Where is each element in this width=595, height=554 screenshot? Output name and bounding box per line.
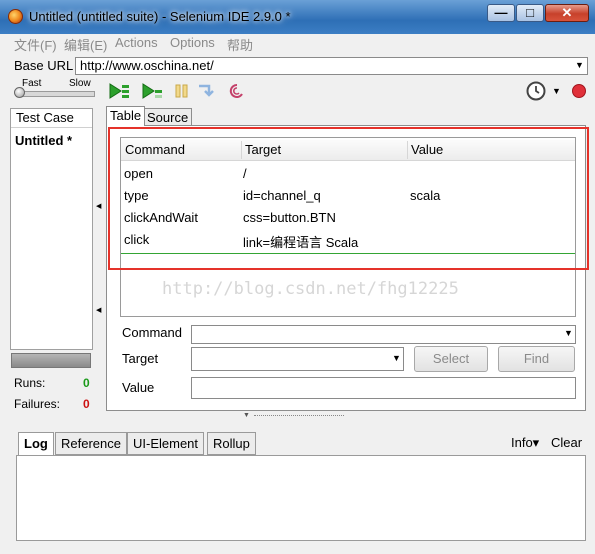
- firefox-icon: [8, 9, 23, 24]
- tab-table[interactable]: Table: [106, 106, 146, 126]
- runs-label: Runs:: [14, 376, 46, 390]
- info-menu[interactable]: Info▾: [511, 435, 539, 451]
- play-current-icon[interactable]: [141, 82, 163, 100]
- close-button[interactable]: ✕: [545, 4, 589, 22]
- progress-bar: [11, 353, 91, 368]
- highlight-box: [108, 127, 589, 270]
- menu-help[interactable]: 帮助: [227, 35, 253, 54]
- value-input[interactable]: [191, 377, 576, 399]
- tab-reference[interactable]: Reference: [55, 432, 127, 455]
- speed-slow-label: Slow: [69, 78, 91, 89]
- chevron-left-icon[interactable]: ◀: [96, 306, 101, 314]
- target-input[interactable]: [191, 347, 404, 371]
- tab-log[interactable]: Log: [18, 432, 54, 456]
- status-bar: [0, 546, 595, 554]
- failures-count: 0: [83, 397, 90, 411]
- chevron-left-icon[interactable]: ◀: [96, 202, 101, 210]
- minimize-button[interactable]: —: [487, 4, 515, 22]
- close-icon: ✕: [561, 5, 573, 20]
- target-label: Target: [122, 351, 159, 366]
- menu-actions[interactable]: Actions: [115, 35, 158, 50]
- failures-label: Failures:: [14, 397, 61, 411]
- test-case-item[interactable]: Untitled *: [15, 133, 72, 148]
- log-panel: [16, 455, 586, 541]
- runs-count: 0: [83, 376, 90, 390]
- menu-file[interactable]: 文件(F): [14, 35, 57, 54]
- clock-icon[interactable]: [525, 80, 547, 102]
- base-url-value[interactable]: http://www.oschina.net/: [80, 58, 214, 73]
- chevron-down-icon[interactable]: ▼: [243, 412, 250, 419]
- chevron-down-icon[interactable]: ▼: [392, 353, 401, 363]
- base-url-label: Base URL: [14, 58, 74, 73]
- vertical-splitter[interactable]: ◀ ◀: [95, 106, 103, 412]
- maximize-button[interactable]: □: [516, 4, 544, 22]
- value-label: Value: [122, 380, 155, 395]
- chevron-down-icon[interactable]: ▼: [552, 86, 561, 96]
- maximize-icon: □: [526, 5, 534, 20]
- step-icon[interactable]: [195, 82, 217, 100]
- record-icon[interactable]: [571, 83, 587, 99]
- window-title: Untitled (untitled suite) - Selenium IDE…: [29, 9, 291, 24]
- pause-icon[interactable]: [171, 82, 193, 100]
- rollup-icon[interactable]: [226, 82, 248, 100]
- command-label: Command: [122, 325, 182, 340]
- command-input[interactable]: [191, 325, 576, 344]
- chevron-down-icon[interactable]: ▼: [575, 60, 584, 70]
- menu-options[interactable]: Options: [170, 35, 215, 50]
- speed-slider[interactable]: [16, 91, 95, 97]
- select-button[interactable]: Select: [414, 346, 488, 372]
- tab-ui-element[interactable]: UI-Element: [127, 432, 205, 455]
- test-case-header-label: Test Case: [16, 110, 74, 125]
- clear-button[interactable]: Clear: [551, 435, 582, 450]
- speed-slider-handle[interactable]: [14, 87, 25, 98]
- watermark: http://blog.csdn.net/fhg12225: [162, 279, 459, 299]
- chevron-down-icon[interactable]: ▼: [564, 328, 573, 338]
- menu-edit[interactable]: 编辑(E): [64, 35, 107, 54]
- find-button[interactable]: Find: [498, 346, 575, 372]
- play-all-icon[interactable]: [108, 82, 130, 100]
- horizontal-splitter[interactable]: ▼: [0, 412, 595, 420]
- tab-rollup[interactable]: Rollup: [207, 432, 256, 455]
- minimize-icon: —: [494, 5, 508, 20]
- splitter-grip[interactable]: [254, 415, 344, 417]
- speed-fast-label: Fast: [22, 78, 42, 89]
